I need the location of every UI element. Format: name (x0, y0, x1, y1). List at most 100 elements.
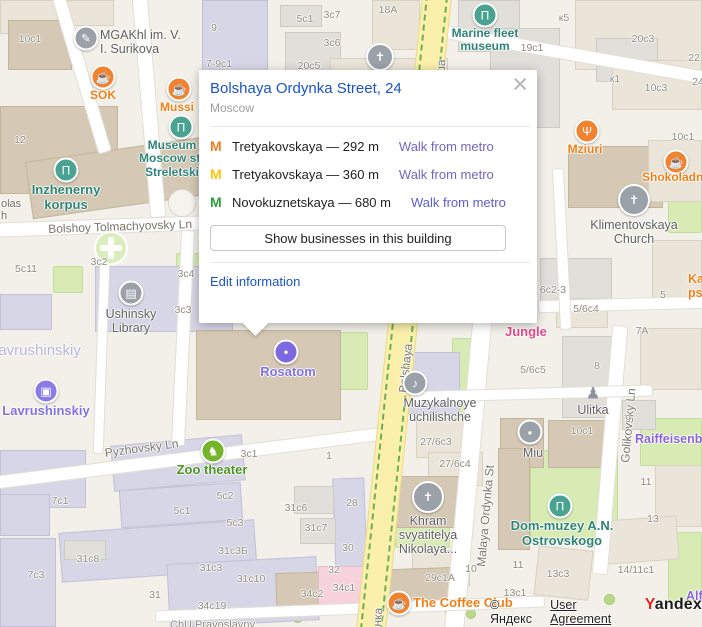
place-card-title[interactable]: Bolshaya Ordynka Street, 24 (210, 80, 510, 97)
building-number: 31 (149, 589, 161, 601)
walk-from-metro-link[interactable]: Walk from metro (399, 167, 494, 182)
building-number: 8 (594, 360, 600, 372)
building-number: 7c3 (28, 569, 45, 581)
poi-music-college-label[interactable]: Muzykalnoyeuchilishche (404, 396, 477, 424)
building-number: 24 (692, 76, 702, 88)
poi-marine-fleet-museum-label[interactable]: Marine fleetmuseum (452, 27, 519, 54)
poi-ushinsky-library-label[interactable]: UshinskyLibrary (106, 307, 157, 335)
building-number: 10c3 (645, 82, 668, 94)
building-number: 11 (641, 476, 652, 488)
poi-art-academy-label[interactable]: MGAKhl im. V.I. Surikova (100, 28, 181, 56)
building-number: 28 (346, 497, 358, 509)
poi-church-top-icon[interactable]: ✝ (366, 43, 394, 71)
poi-zoo-theater-label[interactable]: Zoo theater (177, 463, 248, 478)
user-agreement-link[interactable]: User Agreement (550, 598, 638, 626)
building-number: 31c6 (285, 502, 308, 514)
metro-line-icon: M (210, 194, 225, 210)
poi-inzhenerny-korpus-icon[interactable]: Π (54, 158, 79, 183)
poi-mziuri-restaurant-icon[interactable]: Ψ (575, 119, 600, 144)
building-number: 31c3Б (218, 545, 248, 557)
label-ka-psi-label[interactable]: Kapsi (688, 272, 702, 300)
poi-coffee-club-icon[interactable]: ☕ (387, 591, 412, 616)
poi-khram-nikolaya-label[interactable]: KhramsvyatitelyaNikolaya... (399, 514, 457, 556)
courtyard-circle (168, 189, 196, 217)
poi-inzhenerny-korpus-label[interactable]: Inzhenernykorpus (32, 183, 101, 212)
building-number: 11 (513, 559, 524, 571)
map-canvas[interactable]: Bolshoy Tolmachyovsky LnPyzhovsky Lnул. … (0, 0, 702, 627)
poi-sok-cafe-icon[interactable]: ☕ (91, 65, 116, 90)
street-label: h (1, 210, 7, 222)
poi-shokoladnitsa-cafe-label[interactable]: Shokoladnitsa (642, 171, 702, 184)
poi-rosatom-icon[interactable]: ● (274, 340, 299, 365)
map-attribution: © Яндекс User Agreement Yandex (490, 596, 702, 626)
yandex-logo-initial: Y (645, 596, 655, 613)
building-number: 30 (342, 542, 354, 554)
building (0, 494, 50, 536)
show-businesses-button[interactable]: Show businesses in this building (210, 225, 506, 251)
building-number: 19c1 (521, 42, 544, 54)
building-number: 31c10 (237, 573, 266, 585)
poi-klimentovskaya-church-icon[interactable]: ✝ (618, 184, 650, 216)
poi-art-academy-icon[interactable]: ✎ (74, 26, 99, 51)
poi-streltsy-museum-icon[interactable]: Π (169, 115, 194, 140)
poi-music-college-icon[interactable]: ♪ (403, 371, 428, 396)
poi-ushinsky-library-icon[interactable]: ▤ (119, 281, 144, 306)
poi-lavrushinskiy-icon[interactable]: ▣ (34, 379, 59, 404)
yandex-logo[interactable]: Yandex (645, 596, 702, 614)
poi-khram-nikolaya-icon[interactable]: ✝ (412, 481, 444, 513)
building-number: 22 (688, 52, 700, 64)
building-number: 27/6c3 (420, 436, 452, 448)
poi-mziuri-restaurant-label[interactable]: Mziuri (568, 143, 603, 156)
building-number: 20c3 (632, 33, 655, 45)
poi-streltsy-museum-label[interactable]: MuseumMoscow strStreletski (139, 139, 205, 179)
building-number: 3c7 (324, 9, 341, 21)
divider (210, 126, 530, 127)
poi-klimentovskaya-church-label[interactable]: KlimentovskayaChurch (590, 218, 678, 246)
poi-marine-fleet-museum-icon[interactable]: Π (473, 3, 498, 28)
poi-mussi-cafe-icon[interactable]: ☕ (167, 77, 192, 102)
building-number: 7-9c1 (206, 58, 232, 70)
building-number: 3c6 (324, 37, 341, 49)
walk-from-metro-link[interactable]: Walk from metro (411, 195, 506, 210)
poi-rosatom-label[interactable]: Rosatom (260, 365, 316, 380)
building (640, 328, 702, 390)
building-number: 5c1 (297, 13, 314, 25)
street-label: ChU Pravoslavny... (170, 619, 263, 627)
label-raiffeisenbank-label[interactable]: Raiffeisenbank (635, 432, 702, 446)
street-label: Lavrushinskiy (0, 342, 81, 359)
poi-ostrovsky-museum-icon[interactable]: Π (548, 494, 573, 519)
building-number: 34c19 (198, 600, 227, 612)
label-jungle-label[interactable]: Jungle (505, 325, 547, 340)
place-card: × Bolshaya Ordynka Street, 24 Moscow MTr… (199, 70, 537, 323)
poi-zoo-theater-icon[interactable]: ♞ (201, 439, 226, 464)
metro-line-icon: M (210, 166, 225, 182)
building-number: 5/6c4 (573, 303, 599, 315)
building-number: 5 (660, 289, 666, 301)
poi-ostrovsky-museum-label[interactable]: Dom-muzey A.N.Ostrovskogo (511, 519, 614, 548)
building-number: 10c1 (672, 131, 695, 143)
building-number: 6c2-3 (540, 284, 566, 296)
building-number: 10c1 (571, 425, 594, 437)
poi-mussi-cafe-label[interactable]: Mussi (160, 101, 194, 114)
poi-ulitka-monument-label[interactable]: Ulitka (577, 403, 608, 417)
building-number: 14/11c1 (618, 564, 655, 576)
building-number: 31c3 (200, 562, 223, 574)
building (605, 516, 680, 565)
building-number: 32 (328, 564, 340, 576)
street-label: olas (1, 198, 21, 210)
poi-ulitka-monument-icon[interactable]: ♟ (583, 383, 604, 404)
poi-miu-icon[interactable]: ▪ (518, 420, 543, 445)
edit-information-link[interactable]: Edit information (210, 274, 300, 289)
building-number: 5c3 (227, 517, 244, 529)
street-label: нка (370, 607, 385, 627)
close-icon[interactable]: × (512, 71, 528, 98)
building-number: 3c4 (178, 268, 195, 280)
metro-station-distance: Tretyakovskaya — 292 m (232, 139, 379, 154)
building-number: 9 (211, 22, 217, 34)
walk-from-metro-link[interactable]: Walk from metro (399, 139, 494, 154)
building-number: 34c1 (333, 582, 356, 594)
poi-sok-cafe-label[interactable]: SOK (90, 89, 116, 102)
poi-miu-label[interactable]: Miu (523, 446, 543, 460)
poi-lavrushinskiy-label[interactable]: Lavrushinskiy (2, 404, 89, 419)
metro-line-icon: M (210, 138, 225, 154)
